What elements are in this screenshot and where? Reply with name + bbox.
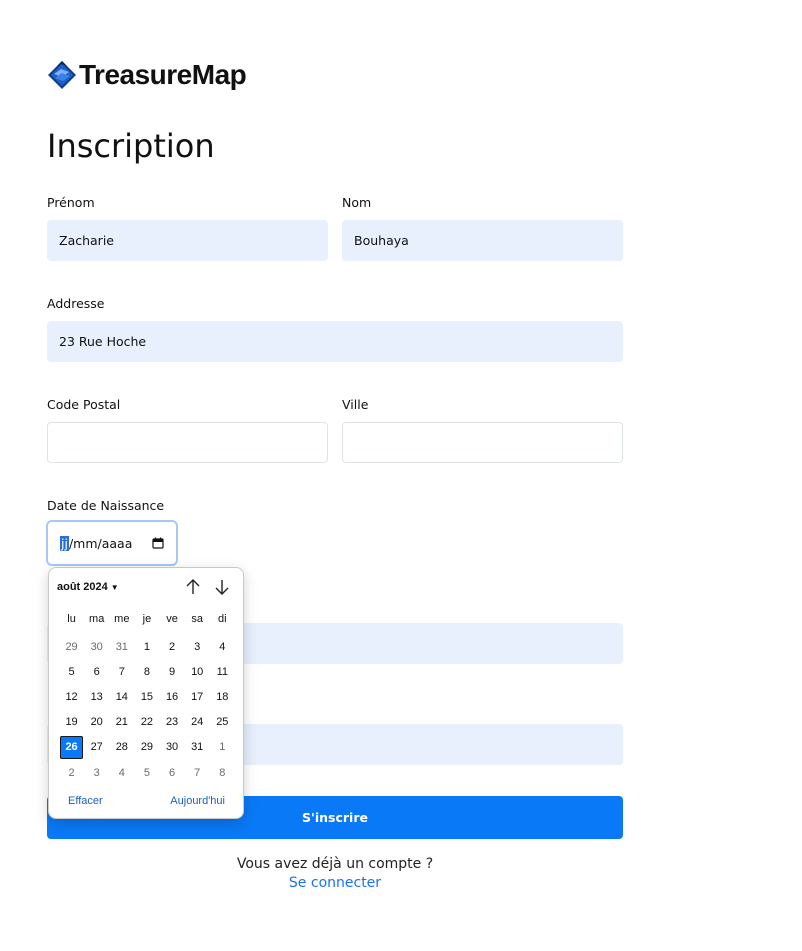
adresse-label: Addresse — [47, 296, 105, 311]
caret-down-icon: ▼ — [110, 582, 119, 592]
day-cell[interactable]: 8 — [210, 760, 235, 785]
day-cell[interactable]: 3 — [185, 634, 210, 659]
nom-input[interactable]: Bouhaya — [342, 220, 623, 261]
ville-label: Ville — [342, 397, 369, 412]
day-cell[interactable]: 10 — [185, 659, 210, 684]
date-rest-segments[interactable]: /mm/aaaa — [69, 536, 132, 551]
code-postal-label: Code Postal — [47, 397, 121, 412]
day-cell[interactable]: 14 — [109, 684, 134, 709]
day-cell[interactable]: 27 — [84, 735, 109, 760]
login-hint: Vous avez déjà un compte ? Se connecter — [0, 856, 670, 891]
day-cell[interactable]: 12 — [59, 684, 84, 709]
day-cell[interactable]: 15 — [134, 684, 159, 709]
brand-name: TreasureMap — [79, 59, 247, 90]
day-cell[interactable]: 31 — [109, 634, 134, 659]
day-cell[interactable]: 18 — [210, 684, 235, 709]
day-cell[interactable]: 23 — [160, 710, 185, 735]
weekday-lu: lu — [67, 613, 76, 625]
month-year-label: août 2024 — [57, 581, 108, 593]
day-cell[interactable]: 30 — [160, 735, 185, 760]
weekday-ma: ma — [89, 613, 105, 625]
day-cell[interactable]: 31 — [185, 735, 210, 760]
adresse-value: 23 Rue Hoche — [59, 334, 147, 349]
clear-button[interactable]: Effacer — [68, 795, 103, 807]
weekday-ve: ve — [166, 613, 178, 625]
day-cell[interactable]: 28 — [109, 735, 134, 760]
day-cell[interactable]: 9 — [160, 659, 185, 684]
prenom-value: Zacharie — [59, 233, 114, 248]
brand-logo: TreasureMap — [47, 59, 247, 91]
day-cell[interactable]: 2 — [59, 760, 84, 785]
month-year-selector[interactable]: août 2024 ▼ — [57, 581, 119, 593]
weekday-je: je — [142, 613, 152, 625]
day-cell[interactable]: 2 — [160, 634, 185, 659]
day-cell[interactable]: 21 — [109, 710, 134, 735]
day-cell[interactable]: 3 — [84, 760, 109, 785]
day-segment[interactable]: jj — [60, 535, 69, 551]
prenom-label: Prénom — [47, 195, 95, 210]
nom-value: Bouhaya — [354, 233, 409, 248]
day-cell[interactable]: 8 — [134, 659, 159, 684]
today-button[interactable]: Aujourd'hui — [170, 795, 225, 807]
day-cell[interactable]: 22 — [134, 710, 159, 735]
naissance-label: Date de Naissance — [47, 498, 165, 513]
weekday-sa: sa — [191, 613, 203, 625]
day-cell[interactable]: 25 — [210, 710, 235, 735]
adresse-input[interactable]: 23 Rue Hoche — [47, 321, 623, 362]
day-cell[interactable]: 5 — [134, 760, 159, 785]
day-cell[interactable]: 7 — [185, 760, 210, 785]
prenom-input[interactable]: Zacharie — [47, 220, 328, 261]
day-cell[interactable]: 1 — [134, 634, 159, 659]
weekday-header: lu ma me je ve sa di — [59, 613, 244, 625]
treasure-map-logo-icon — [48, 61, 76, 89]
day-cell[interactable]: 24 — [185, 710, 210, 735]
day-cell[interactable]: 1 — [210, 735, 235, 760]
arrow-down-icon[interactable] — [213, 578, 231, 596]
day-cell[interactable]: 30 — [84, 634, 109, 659]
day-cell[interactable]: 5 — [59, 659, 84, 684]
login-link[interactable]: Se connecter — [0, 875, 670, 891]
ville-input[interactable] — [342, 422, 623, 463]
weekday-di: di — [218, 613, 227, 625]
day-cell[interactable]: 29 — [134, 735, 159, 760]
day-cell[interactable]: 6 — [84, 659, 109, 684]
day-cell[interactable]: 29 — [59, 634, 84, 659]
day-cell[interactable]: 7 — [109, 659, 134, 684]
day-cell[interactable]: 19 — [59, 710, 84, 735]
code-postal-input[interactable] — [47, 422, 328, 463]
date-picker-popup: août 2024 ▼ lu ma me je ve sa di 29 30 31 1 2 3 4 5 6 7… — [48, 567, 244, 819]
naissance-date-input[interactable]: jj/mm/aaaa — [46, 520, 178, 566]
page-title: Inscription — [47, 127, 215, 165]
day-cell[interactable]: 4 — [109, 760, 134, 785]
day-cell[interactable]: 16 — [160, 684, 185, 709]
day-cell[interactable]: 17 — [185, 684, 210, 709]
day-cell[interactable]: 4 — [210, 634, 235, 659]
day-grid: 29 30 31 1 2 3 4 5 6 7 8 9 10 11 12 13 14 15 16 17 18 19 20 21 2… — [59, 634, 244, 785]
day-cell[interactable]: 20 — [84, 710, 109, 735]
login-hint-text: Vous avez déjà un compte ? — [236, 856, 434, 872]
day-cell[interactable]: 11 — [210, 659, 235, 684]
day-cell[interactable]: 13 — [84, 684, 109, 709]
day-cell[interactable]: 6 — [160, 760, 185, 785]
arrow-up-icon[interactable] — [184, 578, 202, 596]
calendar-icon[interactable] — [152, 537, 164, 549]
nom-label: Nom — [342, 195, 372, 210]
weekday-me: me — [114, 613, 130, 625]
day-cell-selected[interactable]: 26 — [60, 735, 84, 759]
